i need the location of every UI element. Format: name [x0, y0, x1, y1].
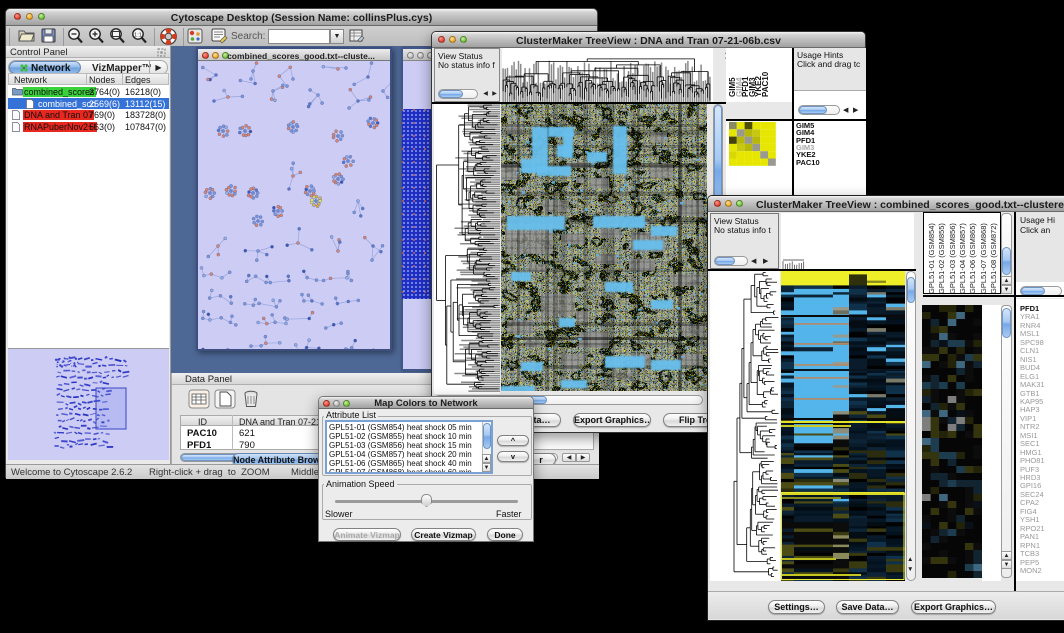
- svg-text:1:1: 1:1: [134, 33, 142, 39]
